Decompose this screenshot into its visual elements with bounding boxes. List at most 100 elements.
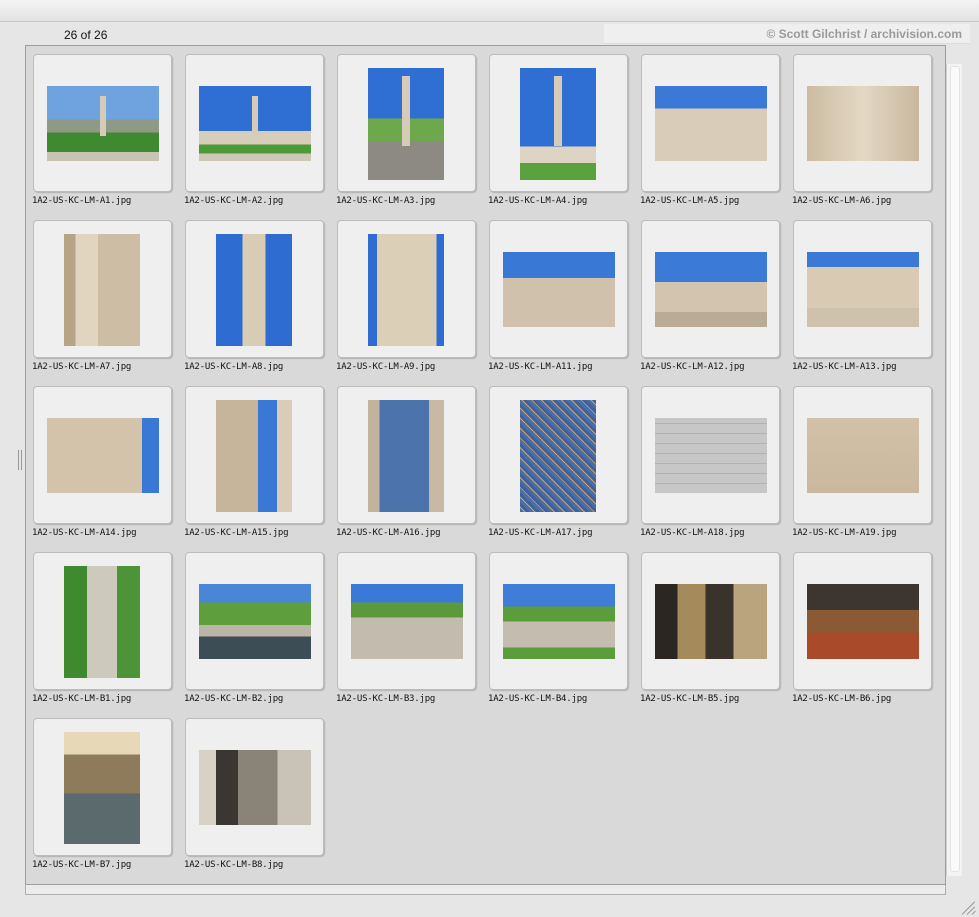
thumbnail-filename: 1A2-US-KC-LM-B8.jpg	[184, 860, 284, 870]
thumbnail-image[interactable]	[64, 732, 140, 844]
thumbnail-frame[interactable]	[337, 54, 476, 192]
thumbnail-item[interactable]: 1A2-US-KC-LM-B8.jpg	[184, 718, 336, 884]
thumbnail-filename: 1A2-US-KC-LM-A9.jpg	[336, 362, 436, 372]
thumbnail-item[interactable]: 1A2-US-KC-LM-A1.jpg	[32, 54, 184, 220]
thumbnail-frame[interactable]	[337, 220, 476, 358]
thumbnail-image[interactable]	[368, 68, 444, 180]
thumbnail-item[interactable]: 1A2-US-KC-LM-B7.jpg	[32, 718, 184, 884]
thumbnail-item[interactable]: 1A2-US-KC-LM-B6.jpg	[792, 552, 944, 718]
thumbnail-frame[interactable]	[185, 552, 324, 690]
thumbnail-image[interactable]	[199, 750, 311, 825]
thumbnail-image[interactable]	[64, 234, 140, 346]
thumbnail-item[interactable]: 1A2-US-KC-LM-B4.jpg	[488, 552, 640, 718]
thumbnail-image[interactable]	[655, 418, 767, 493]
thumbnail-frame[interactable]	[489, 220, 628, 358]
thumbnail-item[interactable]: 1A2-US-KC-LM-B5.jpg	[640, 552, 792, 718]
vertical-scrollbar[interactable]	[946, 64, 962, 876]
thumbnail-image[interactable]	[807, 86, 919, 161]
thumbnail-filename: 1A2-US-KC-LM-A19.jpg	[792, 528, 897, 538]
thumbnail-item[interactable]: 1A2-US-KC-LM-A11.jpg	[488, 220, 640, 386]
thumbnail-item[interactable]: 1A2-US-KC-LM-A13.jpg	[792, 220, 944, 386]
scrollbar-thumb[interactable]	[950, 66, 960, 872]
thumbnail-frame[interactable]	[33, 220, 172, 358]
thumbnail-filename: 1A2-US-KC-LM-A14.jpg	[32, 528, 137, 538]
thumbnail-frame[interactable]	[489, 54, 628, 192]
tower-shape	[100, 96, 106, 136]
thumbnail-image[interactable]	[520, 68, 596, 180]
title-bar	[0, 0, 979, 22]
thumbnail-filename: 1A2-US-KC-LM-A5.jpg	[640, 196, 740, 206]
thumbnail-image[interactable]	[351, 584, 463, 659]
thumbnail-filename: 1A2-US-KC-LM-B3.jpg	[336, 694, 436, 704]
thumbnail-filename: 1A2-US-KC-LM-B5.jpg	[640, 694, 740, 704]
thumbnail-frame[interactable]	[641, 54, 780, 192]
thumbnail-item[interactable]: 1A2-US-KC-LM-A7.jpg	[32, 220, 184, 386]
thumbnail-item[interactable]: 1A2-US-KC-LM-A9.jpg	[336, 220, 488, 386]
thumbnail-frame[interactable]	[793, 220, 932, 358]
thumbnail-filename: 1A2-US-KC-LM-A3.jpg	[336, 196, 436, 206]
thumbnail-item[interactable]: 1A2-US-KC-LM-A2.jpg	[184, 54, 336, 220]
thumbnail-item[interactable]: 1A2-US-KC-LM-A6.jpg	[792, 54, 944, 220]
thumbnail-filename: 1A2-US-KC-LM-B6.jpg	[792, 694, 892, 704]
thumbnail-item[interactable]: 1A2-US-KC-LM-A8.jpg	[184, 220, 336, 386]
thumbnail-frame[interactable]	[33, 718, 172, 856]
thumbnail-image[interactable]	[368, 234, 444, 346]
thumbnail-frame[interactable]	[33, 386, 172, 524]
thumbnail-image[interactable]	[503, 252, 615, 327]
thumbnail-item[interactable]: 1A2-US-KC-LM-A18.jpg	[640, 386, 792, 552]
thumbnail-item[interactable]: 1A2-US-KC-LM-A3.jpg	[336, 54, 488, 220]
thumbnail-frame[interactable]	[33, 552, 172, 690]
thumbnail-item[interactable]: 1A2-US-KC-LM-A17.jpg	[488, 386, 640, 552]
thumbnail-image[interactable]	[807, 584, 919, 659]
splitter-handle[interactable]	[18, 450, 22, 470]
thumbnail-frame[interactable]	[641, 552, 780, 690]
thumbnail-item[interactable]: 1A2-US-KC-LM-A4.jpg	[488, 54, 640, 220]
resize-grip-icon[interactable]	[958, 897, 976, 915]
thumbnail-frame[interactable]	[185, 54, 324, 192]
thumbnail-frame[interactable]	[793, 386, 932, 524]
thumbnail-image[interactable]	[807, 418, 919, 493]
thumbnail-filename: 1A2-US-KC-LM-A12.jpg	[640, 362, 745, 372]
thumbnail-frame[interactable]	[641, 386, 780, 524]
thumbnail-image[interactable]	[47, 86, 159, 161]
thumbnail-filename: 1A2-US-KC-LM-A6.jpg	[792, 196, 892, 206]
thumbnail-filename: 1A2-US-KC-LM-A1.jpg	[32, 196, 132, 206]
thumbnail-image[interactable]	[655, 252, 767, 327]
thumbnail-frame[interactable]	[793, 552, 932, 690]
thumbnail-image[interactable]	[199, 86, 311, 161]
thumbnail-filename: 1A2-US-KC-LM-B4.jpg	[488, 694, 588, 704]
thumbnail-frame[interactable]	[489, 552, 628, 690]
thumbnail-frame[interactable]	[641, 220, 780, 358]
thumbnail-item[interactable]: 1A2-US-KC-LM-A19.jpg	[792, 386, 944, 552]
thumbnail-image[interactable]	[368, 400, 444, 512]
thumbnail-image[interactable]	[64, 566, 140, 678]
thumbnail-image[interactable]	[655, 584, 767, 659]
thumbnail-frame[interactable]	[185, 220, 324, 358]
thumbnail-image[interactable]	[503, 584, 615, 659]
thumbnail-frame[interactable]	[489, 386, 628, 524]
thumbnail-item[interactable]: 1A2-US-KC-LM-B1.jpg	[32, 552, 184, 718]
tower-shape	[252, 96, 258, 136]
thumbnail-item[interactable]: 1A2-US-KC-LM-A5.jpg	[640, 54, 792, 220]
thumbnail-frame[interactable]	[185, 386, 324, 524]
thumbnail-image[interactable]	[216, 234, 292, 346]
thumbnail-image[interactable]	[807, 252, 919, 327]
thumbnail-item[interactable]: 1A2-US-KC-LM-A12.jpg	[640, 220, 792, 386]
horizontal-scrollbar[interactable]	[25, 885, 946, 895]
thumbnail-frame[interactable]	[337, 386, 476, 524]
thumbnail-image[interactable]	[47, 418, 159, 493]
thumbnail-image[interactable]	[199, 584, 311, 659]
thumbnail-frame[interactable]	[185, 718, 324, 856]
thumbnail-filename: 1A2-US-KC-LM-A18.jpg	[640, 528, 745, 538]
thumbnail-frame[interactable]	[793, 54, 932, 192]
thumbnail-frame[interactable]	[337, 552, 476, 690]
thumbnail-item[interactable]: 1A2-US-KC-LM-A16.jpg	[336, 386, 488, 552]
thumbnail-item[interactable]: 1A2-US-KC-LM-B3.jpg	[336, 552, 488, 718]
thumbnail-item[interactable]: 1A2-US-KC-LM-A14.jpg	[32, 386, 184, 552]
thumbnail-item[interactable]: 1A2-US-KC-LM-B2.jpg	[184, 552, 336, 718]
thumbnail-item[interactable]: 1A2-US-KC-LM-A15.jpg	[184, 386, 336, 552]
thumbnail-image[interactable]	[655, 86, 767, 161]
thumbnail-image[interactable]	[520, 400, 596, 512]
thumbnail-frame[interactable]	[33, 54, 172, 192]
thumbnail-image[interactable]	[216, 400, 292, 512]
